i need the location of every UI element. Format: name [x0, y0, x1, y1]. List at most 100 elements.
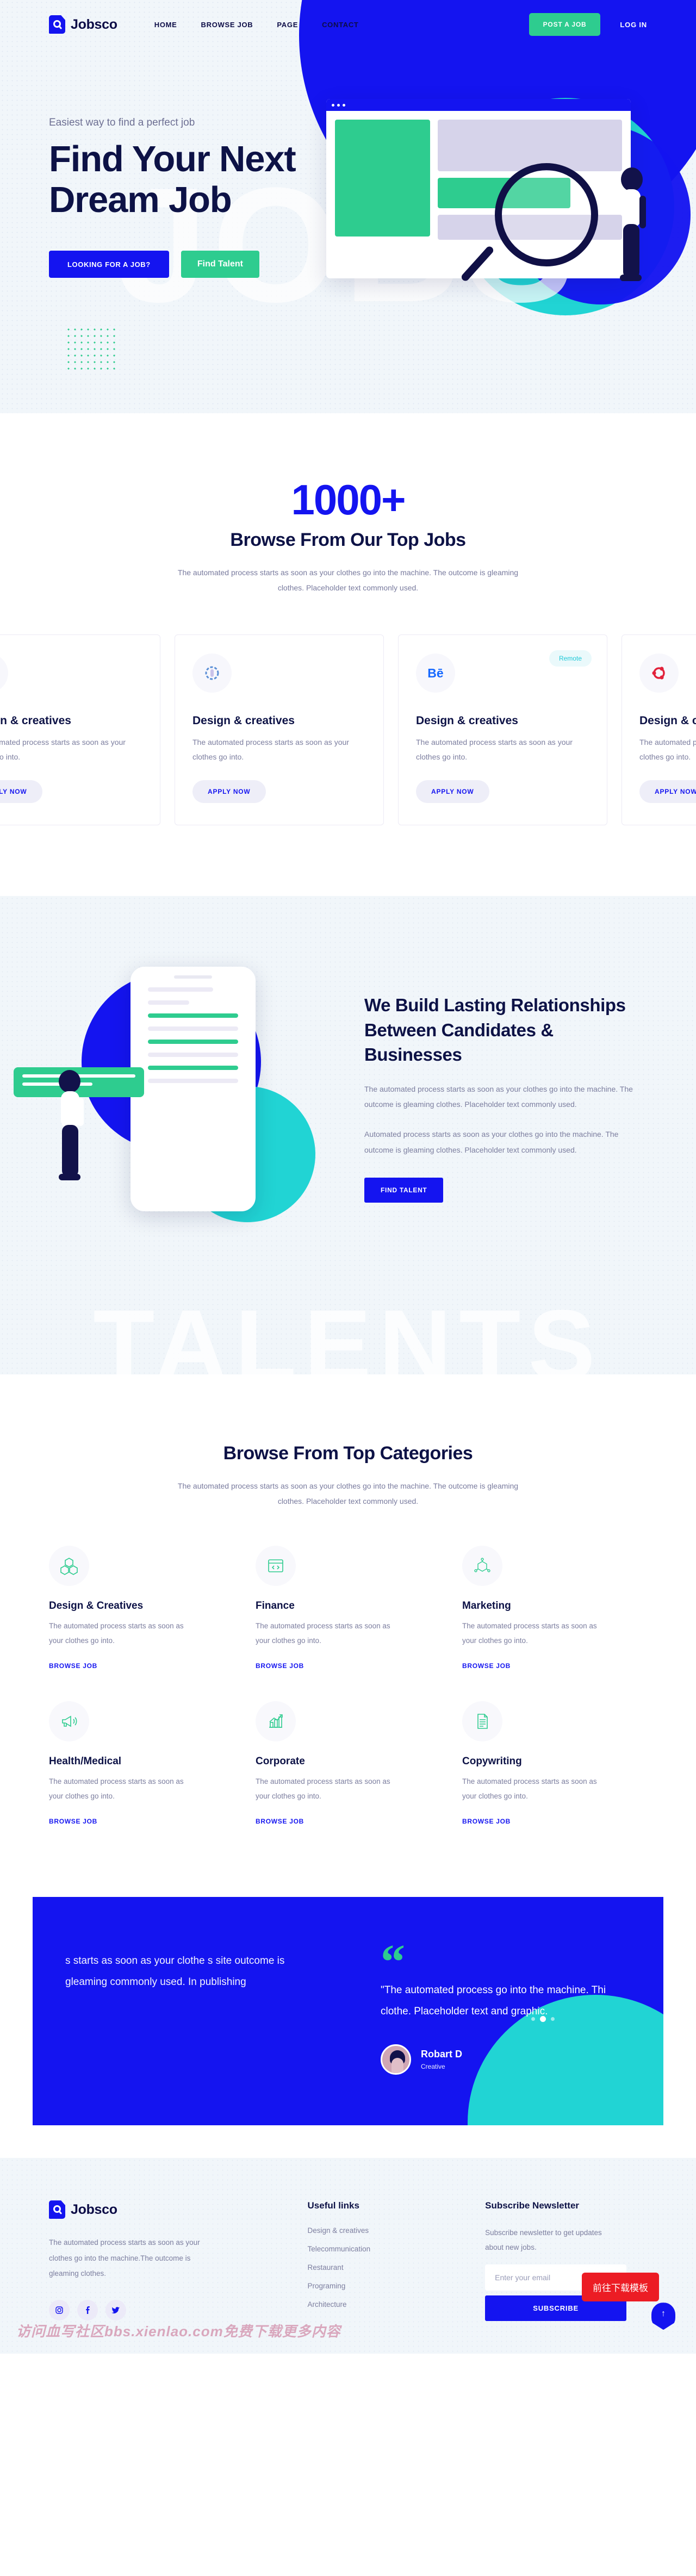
apply-now-button[interactable]: APPLY NOW [192, 780, 266, 804]
apply-now-button[interactable]: APPLY NOW [0, 780, 42, 804]
carousel-dots[interactable] [531, 2016, 555, 2023]
testimonial-author: Robart D Creative [381, 2044, 631, 2075]
nav-item-browse-job[interactable]: BROWSE JOB [201, 21, 253, 29]
footer-link-architecture[interactable]: Architecture [308, 2300, 458, 2309]
newsletter-title: Subscribe Newsletter [485, 2200, 580, 2211]
testimonial-author-role: Creative [421, 2063, 445, 2071]
categories-title: Browse From Top Categories [223, 1443, 473, 1464]
job-card[interactable]: Remote Design & creatives The automated … [622, 634, 696, 826]
login-link[interactable]: LOG IN [620, 21, 647, 29]
testimonial-slide-previous[interactable]: s starts as soon as your clothe s site o… [33, 1947, 348, 2075]
brand-logo[interactable]: Jobsco [49, 15, 117, 34]
categories-subtitle: The automated process starts as soon as … [177, 1482, 519, 1506]
nav-item-home[interactable]: HOME [154, 21, 177, 29]
browse-job-link[interactable]: BROWSE JOB [462, 1662, 511, 1670]
arrow-up-icon[interactable]: ↑ [651, 2303, 675, 2330]
looking-for-job-button[interactable]: LOOKING FOR A JOB? [49, 251, 169, 278]
category-title: Health/Medical [49, 1756, 122, 1768]
category-title: Copywriting [462, 1756, 522, 1768]
instagram-icon[interactable] [49, 2300, 70, 2321]
job-card[interactable]: Design & creatives The automated process… [175, 634, 384, 826]
phone-notch [174, 975, 212, 979]
browse-job-link[interactable]: BROWSE JOB [462, 1818, 511, 1825]
talents-text: We Build Lasting Relationships Between C… [364, 961, 647, 1287]
phone-illustration [14, 961, 332, 1287]
job-card[interactable]: Remote Bē Design & creatives The automat… [398, 634, 607, 826]
download-template-badge[interactable]: 前往下载模板 [582, 2273, 659, 2302]
decorative-dot-grid [65, 326, 120, 370]
megaphone-icon [49, 1701, 89, 1742]
talents-heading: We Build Lasting Relationships Between C… [364, 995, 626, 1065]
hero-title-line-2: Dream Job [49, 179, 232, 221]
testimonial-slide-active[interactable]: “ "The automated process go into the mac… [348, 1935, 663, 2075]
ubuntu-icon [639, 654, 679, 693]
testimonial-carousel[interactable]: s starts as soon as your clothe s site o… [33, 1897, 663, 2126]
top-jobs-section: 1000+ Browse From Our Top Jobs The autom… [0, 413, 696, 826]
browser-block-1 [438, 120, 622, 171]
category-card[interactable]: Copywriting The automated process starts… [462, 1701, 647, 1826]
magnifier-document-icon [49, 2200, 65, 2219]
gear-bulb-icon [0, 654, 8, 693]
category-card[interactable]: Design & Creatives The automated process… [49, 1546, 234, 1671]
category-desc: The automated process starts as soon as … [256, 1777, 390, 1801]
talents-section: TALENTS We Build Lasting Relationships B… [0, 896, 696, 1375]
footer-link-telecommunication[interactable]: Telecommunication [308, 2245, 458, 2253]
facebook-icon[interactable] [77, 2300, 98, 2321]
post-a-job-button[interactable]: POST A JOB [529, 13, 601, 36]
nav-item-contact[interactable]: CONTACT [322, 21, 358, 29]
job-card-title: Design & creatives [639, 714, 696, 727]
category-card[interactable]: Marketing The automated process starts a… [462, 1546, 647, 1671]
job-card-title: Design & creatives [0, 714, 71, 727]
job-card[interactable]: Design & creatives The automated process… [0, 634, 160, 826]
category-desc: The automated process starts as soon as … [256, 1622, 390, 1645]
find-talent-cta-button[interactable]: FIND TALENT [364, 1177, 444, 1203]
category-card[interactable]: Corporate The automated process starts a… [256, 1701, 440, 1826]
footer-grid: Jobsco The automated process starts as s… [49, 2200, 647, 2322]
footer-brand-logo[interactable]: Jobsco [49, 2200, 281, 2219]
footer-brand-column: Jobsco The automated process starts as s… [49, 2200, 281, 2321]
jobs-count: 1000+ [291, 476, 406, 524]
job-card-title: Design & creatives [416, 714, 518, 727]
person-illustration-2 [59, 1070, 84, 1181]
hero-title-line-1: Find Your Next [49, 139, 296, 179]
carousel-dot-1[interactable] [531, 2017, 535, 2021]
phone-mockup [130, 967, 256, 1212]
browser-block-left [335, 120, 430, 237]
job-card-desc: The automated process starts as soon as … [192, 738, 349, 761]
twitter-icon[interactable] [105, 2300, 126, 2321]
footer-link-design-creatives[interactable]: Design & creatives [308, 2226, 458, 2235]
browse-job-link[interactable]: BROWSE JOB [256, 1818, 304, 1825]
footer-link-restaurant[interactable]: Restaurant [308, 2263, 458, 2272]
site-watermark: 访问血写社区bbs.xienlao.com免费下载更多内容 [16, 2323, 341, 2340]
category-title: Marketing [462, 1600, 511, 1612]
browse-job-link[interactable]: BROWSE JOB [49, 1818, 97, 1825]
carousel-dot-3[interactable] [551, 2017, 555, 2021]
top-jobs-title: Browse From Our Top Jobs [230, 530, 466, 550]
talents-grid: We Build Lasting Relationships Between C… [14, 961, 647, 1287]
footer-link-programing[interactable]: Programing [308, 2282, 458, 2290]
find-talent-button[interactable]: Find Talent [181, 251, 259, 278]
category-card[interactable]: Finance The automated process starts as … [256, 1546, 440, 1671]
nav-item-page[interactable]: PAGE [277, 21, 298, 29]
testimonial-track: s starts as soon as your clothe s site o… [33, 1935, 663, 2075]
category-card[interactable]: Health/Medical The automated process sta… [49, 1701, 234, 1826]
apply-now-button[interactable]: APPLY NOW [416, 780, 489, 804]
category-desc: The automated process starts as soon as … [462, 1622, 597, 1645]
browse-job-link[interactable]: BROWSE JOB [256, 1662, 304, 1670]
main-navigation: Jobsco HOME BROWSE JOB PAGE CONTACT POST… [49, 0, 647, 49]
carousel-dot-2-active[interactable] [540, 2016, 546, 2023]
status-badge: Remote [549, 650, 592, 667]
cubes-icon [49, 1546, 89, 1586]
job-cards-carousel[interactable]: Design & creatives The automated process… [0, 634, 696, 826]
magnifier-document-icon [49, 15, 65, 34]
apply-now-button[interactable]: APPLY NOW [639, 780, 696, 804]
person-illustration [620, 167, 646, 281]
job-card-desc: The automated process starts as soon as … [639, 738, 696, 761]
social-links [49, 2300, 281, 2321]
nav-actions: POST A JOB LOG IN [529, 13, 647, 36]
talents-watermark: TALENTS [93, 1290, 603, 1375]
browse-job-link[interactable]: BROWSE JOB [49, 1662, 97, 1670]
hero-section: JOBS Jobsco HOME BROWSE JOB PAGE CONTACT… [0, 0, 696, 413]
gear-bulb-icon [192, 654, 232, 693]
quote-icon: “ [381, 1935, 405, 1989]
